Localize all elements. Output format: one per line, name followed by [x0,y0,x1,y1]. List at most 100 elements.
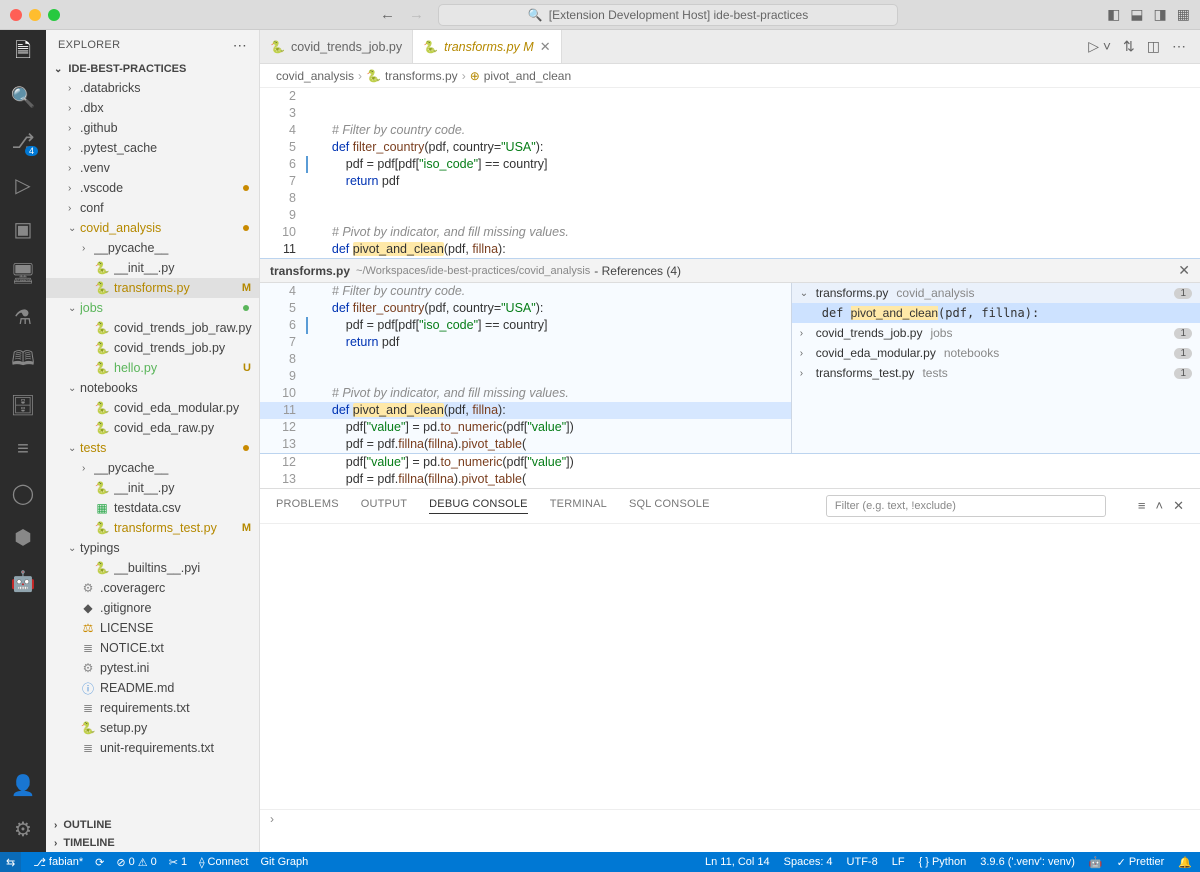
panel-body[interactable] [260,524,1200,809]
tree-folder[interactable]: ⌄tests [46,438,259,458]
editor-main[interactable]: 234 # Filter by country code.5 def filte… [260,88,1200,258]
close-window-icon[interactable] [10,9,22,21]
panel-close-icon[interactable]: ✕ [1173,498,1184,514]
tree-file[interactable]: ⚙.coveragerc [46,578,259,598]
indentation[interactable]: Spaces: 4 [784,856,833,869]
peek-reference-item[interactable]: ›covid_trends_job.pyjobs1 [792,323,1200,343]
peek-reference-item[interactable]: ⌄transforms.pycovid_analysis1 [792,283,1200,303]
tree-folder[interactable]: ›conf [46,198,259,218]
language-mode[interactable]: { } Python [919,856,967,869]
peek-code[interactable]: 4 # Filter by country code.5 def filter_… [260,283,791,453]
tree-file[interactable]: 🐍covid_eda_modular.py [46,398,259,418]
tree-file[interactable]: 🐍covid_eda_raw.py [46,418,259,438]
tree-file[interactable]: 🐍covid_trends_job_raw.py [46,318,259,338]
git-graph-button[interactable]: Git Graph [261,856,309,868]
tree-folder[interactable]: ⌄notebooks [46,378,259,398]
tree-folder[interactable]: ›__pycache__ [46,458,259,478]
tree-file[interactable]: 🐍__builtins__.pyi [46,558,259,578]
layout-panel-bottom-icon[interactable]: ⬓ [1130,6,1143,23]
tree-file[interactable]: 🐍covid_trends_job.py [46,338,259,358]
layout-customize-icon[interactable]: ▦ [1177,6,1190,23]
tree-folder[interactable]: ›.pytest_cache [46,138,259,158]
python-interpreter[interactable]: 3.9.6 ('.venv': venv) [980,856,1075,869]
compare-icon[interactable]: ⇅ [1123,38,1135,55]
tree-file[interactable]: ⚙pytest.ini [46,658,259,678]
terraform-icon[interactable]: ⬢ [10,524,36,550]
maximize-window-icon[interactable] [48,9,60,21]
search-icon[interactable]: 🔍 [10,84,36,110]
workspace-root[interactable]: ⌄IDE-BEST-PRACTICES [46,60,259,78]
remote-explorer-icon[interactable]: 🖥 [10,260,36,286]
tree-folder[interactable]: ›.venv [46,158,259,178]
layout-panel-right-icon[interactable]: ◨ [1154,6,1167,23]
tree-file[interactable]: 🐍setup.py [46,718,259,738]
editor-more-icon[interactable]: ⋯ [1172,38,1186,55]
tab-close-icon[interactable]: ✕ [540,39,551,55]
breadcrumb[interactable]: covid_analysis› 🐍transforms.py› ⊕pivot_a… [260,64,1200,88]
layout-panel-left-icon[interactable]: ◧ [1107,6,1120,23]
tree-file[interactable]: ≣requirements.txt [46,698,259,718]
timeline-section[interactable]: ›TIMELINE [46,834,259,852]
tree-folder[interactable]: ⌄jobs [46,298,259,318]
tree-file[interactable]: 🐍__init__.py [46,258,259,278]
peek-reference-item[interactable]: ›covid_eda_modular.pynotebooks1 [792,343,1200,363]
minimize-window-icon[interactable] [29,9,41,21]
explorer-icon[interactable]: 🗎 [10,40,36,66]
docker-icon[interactable]: ≡ [10,436,36,462]
tree-folder[interactable]: ›.databricks [46,78,259,98]
editor-tab[interactable]: 🐍transforms.py M✕ [413,30,561,63]
tree-file[interactable]: 🐍__init__.py [46,478,259,498]
bookmarks-icon[interactable]: 🕮 [10,348,36,374]
testing-icon[interactable]: ⚗ [10,304,36,330]
tree-file[interactable]: ⓘREADME.md [46,678,259,698]
outline-section[interactable]: ›OUTLINE [46,816,259,834]
nav-back-icon[interactable]: ← [380,6,395,23]
command-center[interactable]: 🔍 [Extension Development Host] ide-best-… [438,4,898,26]
tree-folder[interactable]: ›.dbx [46,98,259,118]
tree-folder[interactable]: ⌄typings [46,538,259,558]
source-control-icon[interactable]: ⎇4 [10,128,36,154]
peek-reference-item[interactable]: ›transforms_test.pytests1 [792,363,1200,383]
nav-forward-icon[interactable]: → [409,6,424,23]
panel-tab[interactable]: TERMINAL [550,498,607,514]
panel-filter-input[interactable]: Filter (e.g. text, !exclude) [826,495,1106,517]
encoding[interactable]: UTF-8 [847,856,878,869]
problems-count[interactable]: ⊘ 0 ⚠ 0 [116,856,156,869]
tree-folder[interactable]: ⌄covid_analysis [46,218,259,238]
explorer-more-icon[interactable]: ⋯ [233,37,247,54]
copilot-status-icon[interactable]: 🤖 [1089,856,1103,869]
git-sync[interactable]: ⟳ [95,856,104,869]
tree-folder[interactable]: ›.vscode [46,178,259,198]
tree-file[interactable]: ≣unit-requirements.txt [46,738,259,758]
editor-below-peek[interactable]: 12 pdf["value"] = pd.to_numeric(pdf["val… [260,454,1200,488]
eol[interactable]: LF [892,856,905,869]
settings-gear-icon[interactable]: ⚙ [10,816,36,842]
tree-file[interactable]: ⚖LICENSE [46,618,259,638]
peek-close-icon[interactable]: ✕ [1178,262,1190,279]
connect-button[interactable]: ⟠ Connect [199,856,248,869]
split-editor-icon[interactable]: ◫ [1147,38,1160,55]
tree-folder[interactable]: ›.github [46,118,259,138]
notifications-icon[interactable]: 🔔 [1178,856,1192,869]
run-button-icon[interactable]: ▷ ˅ [1088,38,1111,55]
panel-tab[interactable]: DEBUG CONSOLE [429,498,528,514]
tree-file[interactable]: ≣NOTICE.txt [46,638,259,658]
tree-folder[interactable]: ›__pycache__ [46,238,259,258]
panel-tab[interactable]: OUTPUT [361,498,407,514]
peek-reference-detail[interactable]: def pivot_and_clean(pdf, fillna): [792,303,1200,323]
tree-file[interactable]: 🐍hello.pyU [46,358,259,378]
accounts-icon[interactable]: 👤 [10,772,36,798]
cursor-position[interactable]: Ln 11, Col 14 [705,856,770,869]
database-icon[interactable]: 🗄 [10,392,36,418]
panel-tab[interactable]: SQL CONSOLE [629,498,710,514]
extensions-icon[interactable]: ▣ [10,216,36,242]
tree-file[interactable]: 🐍transforms_test.pyM [46,518,259,538]
panel-collapse-icon[interactable]: ˄ [1156,498,1164,514]
editor-tab[interactable]: 🐍covid_trends_job.py [260,30,413,63]
tree-file[interactable]: ▦testdata.csv [46,498,259,518]
run-debug-icon[interactable]: ▷ [10,172,36,198]
panel-settings-icon[interactable]: ≡ [1138,498,1146,514]
git-branch[interactable]: ⎇ fabian* [33,856,83,869]
tree-file[interactable]: 🐍transforms.pyM [46,278,259,298]
github-icon[interactable]: ◯ [10,480,36,506]
